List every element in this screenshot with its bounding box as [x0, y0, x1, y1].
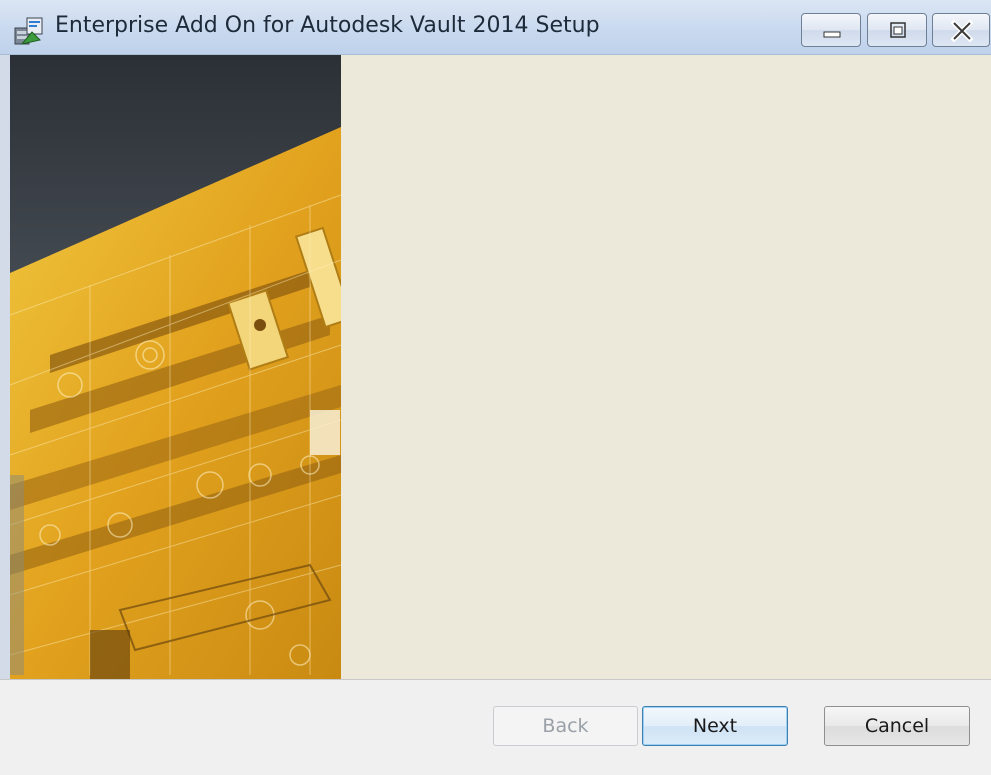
back-button[interactable]: Back — [493, 706, 638, 746]
close-icon — [950, 19, 974, 43]
wizard-content-area — [341, 55, 991, 679]
minimize-icon — [823, 31, 841, 38]
minimize-button[interactable] — [801, 13, 861, 47]
maximize-button[interactable] — [867, 13, 927, 47]
setup-window: Enterprise Add On for Autodesk Vault 201… — [0, 0, 991, 775]
window-title: Enterprise Add On for Autodesk Vault 201… — [55, 13, 600, 38]
installer-package-icon[interactable] — [12, 14, 46, 48]
close-button[interactable] — [932, 13, 990, 47]
maximize-icon — [890, 22, 906, 38]
next-button[interactable]: Next — [642, 706, 788, 746]
window-left-edge — [0, 55, 10, 679]
title-bar[interactable]: Enterprise Add On for Autodesk Vault 201… — [0, 0, 991, 55]
wizard-footer: Back Next Cancel — [0, 679, 991, 775]
autodesk-banner-image — [10, 55, 341, 679]
cancel-button[interactable]: Cancel — [824, 706, 970, 746]
